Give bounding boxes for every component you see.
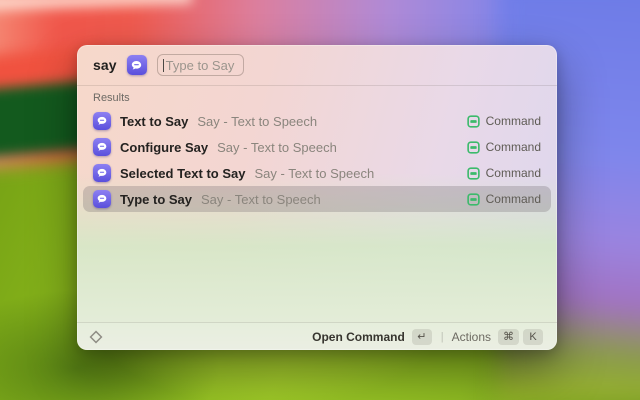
text-cursor <box>163 59 164 72</box>
say-speech-bubble-icon <box>127 55 147 75</box>
say-speech-bubble-icon <box>93 112 111 130</box>
status-bar: Open Command ↵ | Actions ⌘ K <box>77 322 557 350</box>
status-bar-divider: | <box>441 331 444 343</box>
result-title: Configure Say <box>120 140 208 155</box>
command-type-icon <box>467 115 480 128</box>
command-key-icon: ⌘ <box>498 329 519 345</box>
result-type-label: Command <box>486 166 541 180</box>
result-row[interactable]: Configure Say Say - Text to Speech Comma… <box>83 134 551 160</box>
say-speech-bubble-icon <box>93 190 111 208</box>
open-command-button[interactable]: Open Command <box>312 330 405 344</box>
result-title: Type to Say <box>120 192 192 207</box>
result-row[interactable]: Text to Say Say - Text to Speech Command <box>83 108 551 134</box>
result-subtitle: Say - Text to Speech <box>217 140 337 155</box>
search-bar[interactable]: say Type to Say <box>77 45 557 86</box>
actions-button[interactable]: Actions <box>452 330 491 344</box>
say-speech-bubble-icon <box>93 138 111 156</box>
result-type-label: Command <box>486 140 541 154</box>
results-section-label: Results <box>77 86 557 108</box>
result-subtitle: Say - Text to Speech <box>197 114 317 129</box>
search-placeholder: Type to Say <box>166 58 235 73</box>
result-title: Text to Say <box>120 114 188 129</box>
raycast-window: say Type to Say Results Text to Say Say … <box>77 45 557 350</box>
result-title: Selected Text to Say <box>120 166 245 181</box>
say-speech-bubble-icon <box>93 164 111 182</box>
search-query[interactable]: say <box>93 57 117 73</box>
raycast-logo-icon <box>89 330 103 344</box>
command-type-icon <box>467 193 480 206</box>
result-type-label: Command <box>486 114 541 128</box>
command-type-icon <box>467 167 480 180</box>
results-section: Results Text to Say Say - Text to Speech… <box>77 86 557 322</box>
results-list: Text to Say Say - Text to Speech Command… <box>77 108 557 212</box>
result-row[interactable]: Type to Say Say - Text to Speech Command <box>83 186 551 212</box>
result-row[interactable]: Selected Text to Say Say - Text to Speec… <box>83 160 551 186</box>
return-key-icon: ↵ <box>412 329 432 345</box>
result-subtitle: Say - Text to Speech <box>254 166 374 181</box>
k-key-icon: K <box>523 329 543 345</box>
search-input[interactable]: Type to Say <box>157 54 245 76</box>
command-type-icon <box>467 141 480 154</box>
result-type-label: Command <box>486 192 541 206</box>
result-subtitle: Say - Text to Speech <box>201 192 321 207</box>
